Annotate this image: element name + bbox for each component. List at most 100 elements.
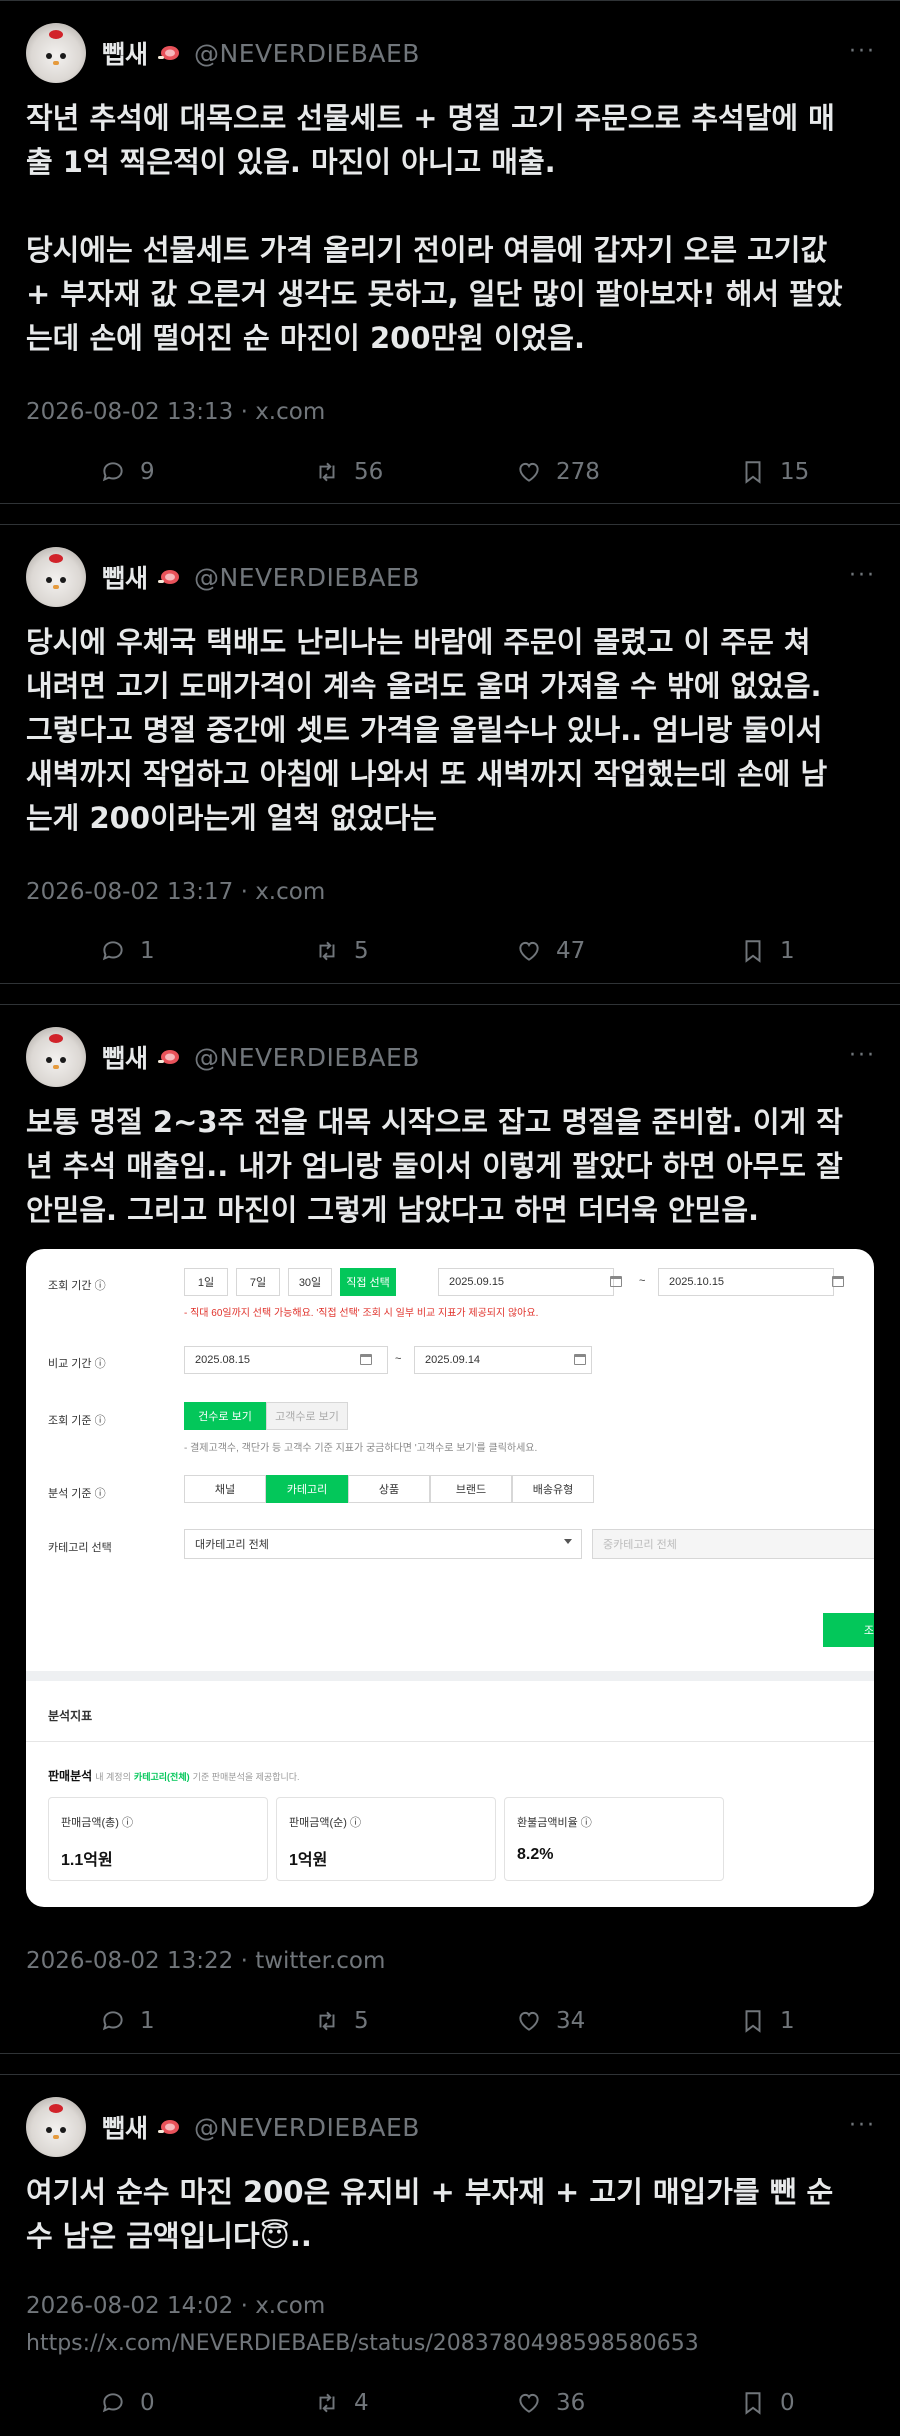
avatar[interactable]	[26, 2097, 86, 2157]
reply-count: 1	[140, 2008, 155, 2034]
apply-button[interactable]: 조	[823, 1613, 874, 1647]
category-sub-select[interactable]: 중카테고리 전체	[592, 1529, 874, 1559]
more-options-icon[interactable]: ···	[849, 39, 876, 64]
sales-dashboard-screenshot[interactable]: 조회 기간 ⓘ 1일 7일 30일 직접 선택 2025.09.15 ~ 202…	[26, 1249, 874, 1907]
avatar[interactable]	[26, 1027, 86, 1087]
basis-tab-count[interactable]: 건수로 보기	[184, 1402, 266, 1430]
analysis-tab-shipping[interactable]: 배송유형	[512, 1475, 594, 1503]
tweet-1[interactable]: 뺍새 @NEVERDIEBAEB ··· 작년 추석에 대목으로 선물세트 + …	[0, 0, 900, 504]
reply-button[interactable]: 1	[100, 931, 155, 971]
bookmark-button[interactable]: 15	[740, 452, 809, 492]
reply-icon	[102, 2393, 123, 2413]
tweet-text: 작년 추석에 대목으로 선물세트 + 명절 고기 주문으로 추석달에 매 출 1…	[26, 101, 843, 355]
tweet-4[interactable]: 뺍새 @NEVERDIEBAEB ··· 여기서 순수 마진 200은 유지비 …	[0, 2074, 900, 2436]
calendar-icon[interactable]	[574, 1354, 586, 1365]
metric-card-refund-rate: 환불금액비율 ⓘ 8.2%	[504, 1797, 724, 1881]
period-label: 조회 기간 ⓘ	[48, 1280, 106, 1292]
action-bar: 9 56 278 15	[0, 452, 900, 492]
like-count: 278	[556, 459, 600, 485]
tweet-timestamp[interactable]: 2026-08-02 13:13 · x.com	[26, 399, 325, 425]
reply-icon	[102, 2011, 123, 2031]
like-count: 47	[556, 938, 586, 964]
calendar-icon[interactable]	[610, 1276, 622, 1287]
compare-label: 비교 기간 ⓘ	[48, 1358, 106, 1370]
retweet-button[interactable]: 4	[314, 2383, 369, 2423]
period-tab-custom[interactable]: 직접 선택	[340, 1268, 396, 1296]
period-tab-30d[interactable]: 30일	[288, 1268, 332, 1296]
retweet-count: 5	[354, 2008, 369, 2034]
tweet-2[interactable]: 뺍새 @NEVERDIEBAEB ··· 당시에 우체국 택배도 난리나는 바람…	[0, 524, 900, 984]
tweet-timestamp[interactable]: 2026-08-02 14:02 · x.com	[26, 2293, 325, 2319]
tweet-text: 당시에 우체국 택배도 난리나는 바람에 주문이 몰렸고 이 주문 쳐 내려면 …	[26, 625, 828, 835]
analysis-tab-brand[interactable]: 브랜드	[430, 1475, 512, 1503]
retweet-button[interactable]: 5	[314, 2001, 369, 2041]
analysis-tab-product[interactable]: 상품	[348, 1475, 430, 1503]
display-name[interactable]: 뺍새	[102, 35, 148, 71]
display-name[interactable]: 뺍새	[102, 2109, 148, 2145]
avatar[interactable]	[26, 547, 86, 607]
tweet-header: 뺍새 @NEVERDIEBAEB ···	[26, 1027, 876, 1087]
like-count: 34	[556, 2008, 586, 2034]
tweet-text: 보통 명절 2~3주 전을 대목 시작으로 잡고 명절을 준비함. 이게 작 년…	[26, 1105, 843, 1227]
reply-button[interactable]: 9	[100, 452, 155, 492]
retweet-button[interactable]: 5	[314, 931, 369, 971]
display-name[interactable]: 뺍새	[102, 1039, 148, 1075]
bookmark-icon	[745, 2392, 761, 2415]
metric-title: 판매금액(총) ⓘ	[61, 1817, 133, 1829]
handle[interactable]: @NEVERDIEBAEB	[194, 2113, 420, 2142]
like-button[interactable]: 278	[516, 452, 600, 492]
heart-icon	[519, 2011, 539, 2031]
bookmark-button[interactable]: 1	[740, 2001, 795, 2041]
sales-heading: 판매분석 내 계정의 카테고리(전체) 기준 판매분석을 제공합니다.	[48, 1767, 300, 1784]
tweet-timestamp[interactable]: 2026-08-02 13:22 · twitter.com	[26, 1948, 385, 1974]
display-name[interactable]: 뺍새	[102, 559, 148, 595]
metric-value: 1억원	[289, 1852, 328, 1869]
period-separator: ~	[639, 1275, 646, 1287]
analysis-tab-category[interactable]: 카테고리	[266, 1475, 348, 1503]
period-start-input[interactable]: 2025.09.15	[438, 1268, 614, 1296]
analysis-tab-channel[interactable]: 채널	[184, 1475, 266, 1503]
basis-note: - 결제고객수, 객단가 등 고객수 기준 지표가 궁금하다면 '고객수로 보기…	[184, 1443, 538, 1454]
handle[interactable]: @NEVERDIEBAEB	[194, 1043, 420, 1072]
heart-icon	[519, 2393, 539, 2413]
reply-count: 0	[140, 2390, 155, 2416]
basis-tab-customers[interactable]: 고객수로 보기	[266, 1402, 348, 1430]
retweet-button[interactable]: 56	[314, 452, 383, 492]
reply-button[interactable]: 0	[100, 2383, 155, 2423]
compare-end-input[interactable]: 2025.09.14	[414, 1346, 592, 1374]
reply-button[interactable]: 1	[100, 2001, 155, 2041]
like-button[interactable]: 34	[516, 2001, 585, 2041]
like-button[interactable]: 47	[516, 931, 585, 971]
handle[interactable]: @NEVERDIEBAEB	[194, 563, 420, 592]
like-button[interactable]: 36	[516, 2383, 585, 2423]
avatar[interactable]	[26, 23, 86, 83]
bookmark-icon	[745, 461, 761, 484]
calendar-icon[interactable]	[360, 1354, 372, 1365]
tweet-source-link[interactable]: https://x.com/NEVERDIEBAEB/status/208378…	[26, 2331, 699, 2356]
tweet-timestamp[interactable]: 2026-08-02 13:17 · x.com	[26, 879, 325, 905]
retweet-count: 5	[354, 938, 369, 964]
retweet-icon	[319, 2393, 335, 2413]
bookmark-button[interactable]: 1	[740, 931, 795, 971]
category-main-select[interactable]: 대카테고리 전체	[184, 1529, 582, 1559]
compare-start-input[interactable]: 2025.08.15	[184, 1346, 388, 1374]
sales-desc-post: 기준 판매분석을 제공합니다.	[192, 1772, 300, 1782]
bookmark-button[interactable]: 0	[740, 2383, 795, 2423]
chevron-down-icon[interactable]	[564, 1539, 572, 1544]
more-options-icon[interactable]: ···	[849, 1043, 876, 1068]
period-tab-7d[interactable]: 7일	[236, 1268, 280, 1296]
period-note: - 직대 60일까지 선택 가능해요. '직접 선택' 조회 시 일부 비교 지…	[184, 1308, 539, 1319]
more-options-icon[interactable]: ···	[849, 563, 876, 588]
sales-desc-pre: 내 계정의	[95, 1772, 131, 1782]
category-label: 카테고리 선택	[48, 1542, 112, 1554]
more-options-icon[interactable]: ···	[849, 2113, 876, 2138]
calendar-icon[interactable]	[832, 1276, 844, 1287]
sales-title: 판매분석	[48, 1769, 93, 1783]
handle[interactable]: @NEVERDIEBAEB	[194, 39, 420, 68]
bookmark-count: 15	[780, 459, 810, 485]
meat-emoji-icon	[156, 1044, 182, 1070]
period-end-input[interactable]: 2025.10.15	[658, 1268, 834, 1296]
metric-card-gross-sales: 판매금액(총) ⓘ 1.1억원	[48, 1797, 268, 1881]
period-tab-1d[interactable]: 1일	[184, 1268, 228, 1296]
action-bar: 1 5 47 1	[0, 931, 900, 971]
